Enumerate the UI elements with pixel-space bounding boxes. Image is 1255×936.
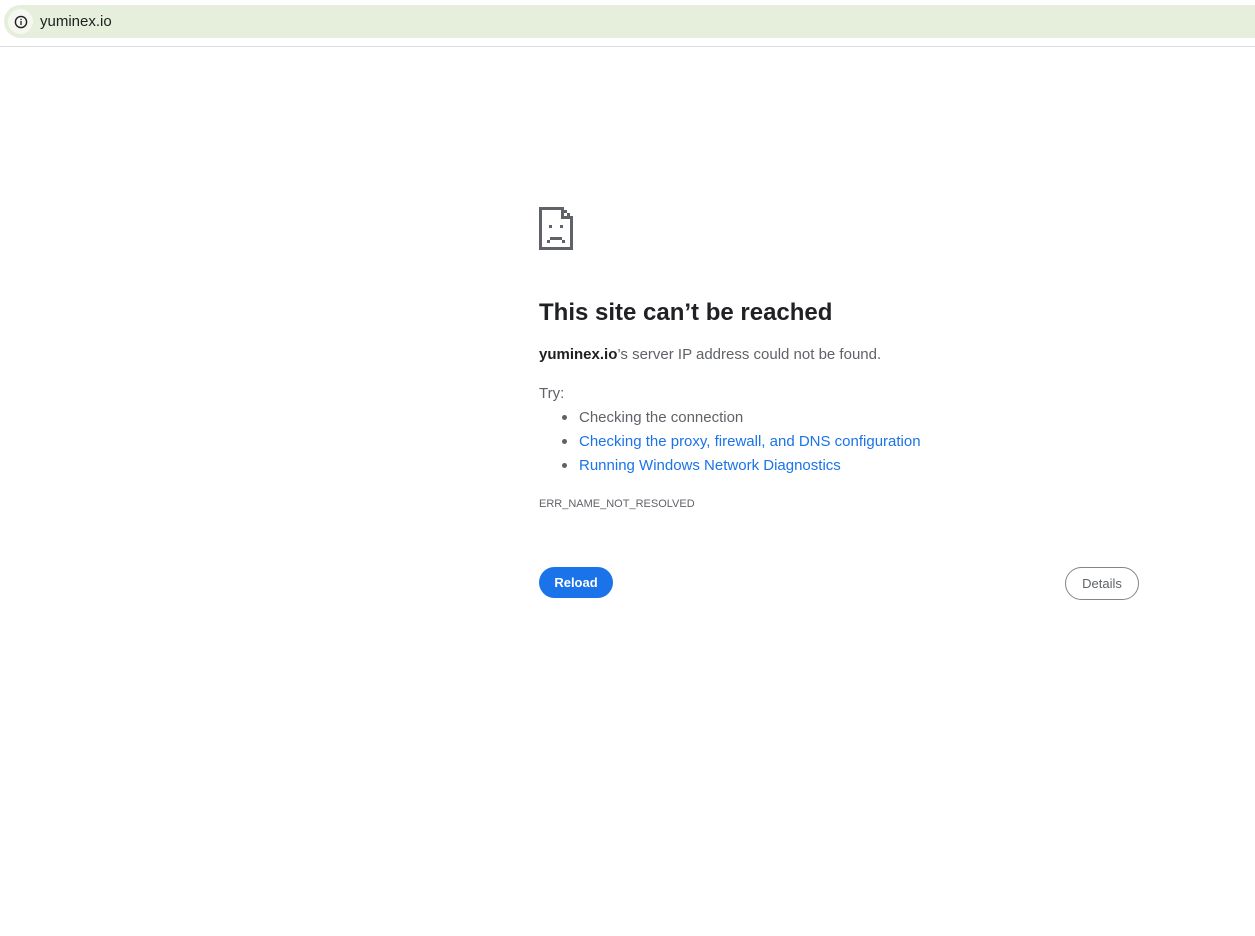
url-text[interactable]: yuminex.io: [40, 13, 112, 30]
details-button[interactable]: Details: [1065, 567, 1139, 600]
suggestion-check-connection: Checking the connection: [539, 409, 921, 433]
suggestions-list: Checking the connection Checking the pro…: [539, 409, 921, 481]
error-headline: This site can’t be reached: [539, 299, 833, 326]
try-label: Try:: [539, 385, 565, 402]
sad-document-icon: [539, 207, 573, 250]
suggestion-label: Checking the connection: [579, 409, 744, 426]
summary-host: yuminex.io: [539, 346, 618, 363]
info-icon[interactable]: [8, 9, 33, 34]
address-bar[interactable]: yuminex.io: [4, 5, 1255, 38]
error-summary: yuminex.io’s server IP address could not…: [539, 346, 881, 364]
error-code: ERR_NAME_NOT_RESOLVED: [539, 498, 695, 510]
suggestion-network-diagnostics[interactable]: Running Windows Network Diagnostics: [539, 457, 921, 481]
network-diagnostics-link[interactable]: Running Windows Network Diagnostics: [579, 457, 841, 474]
browser-toolbar: yuminex.io: [0, 0, 1255, 47]
suggestion-check-proxy-firewall-dns[interactable]: Checking the proxy, firewall, and DNS co…: [539, 433, 921, 457]
summary-text: ’s server IP address could not be found.: [617, 346, 882, 363]
reload-button[interactable]: Reload: [539, 567, 613, 598]
proxy-firewall-dns-link[interactable]: Checking the proxy, firewall, and DNS co…: [579, 433, 921, 450]
